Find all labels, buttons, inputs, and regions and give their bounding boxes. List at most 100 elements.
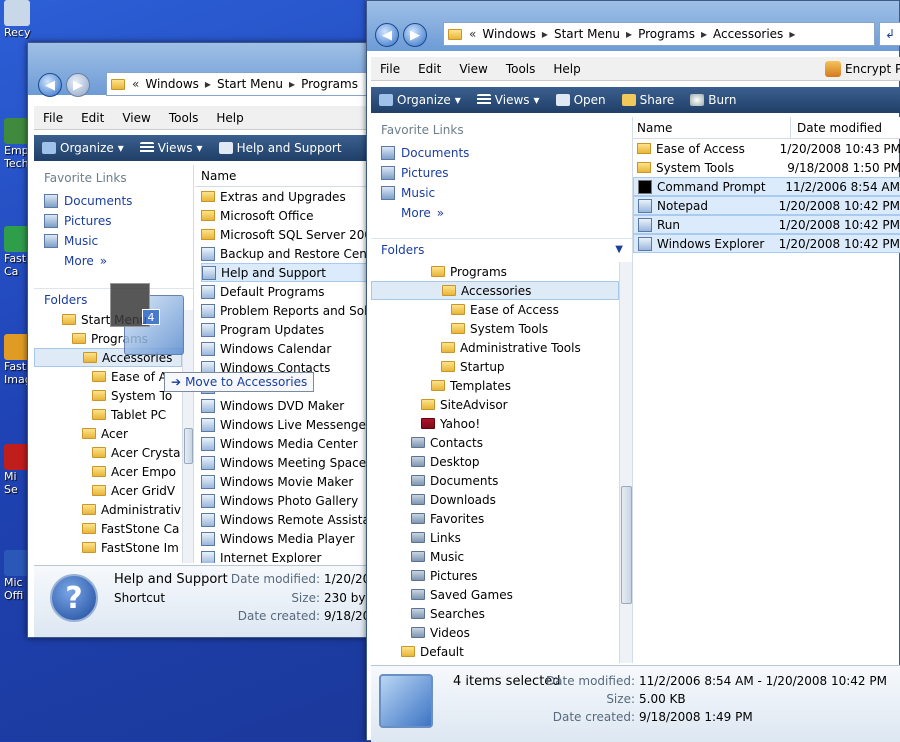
breadcrumb-separator-icon[interactable]: ▸ [205, 77, 211, 91]
favorite-pictures[interactable]: Pictures [34, 211, 193, 231]
list-item[interactable]: Ease of Access 1/20/2008 10:43 PM [633, 139, 900, 158]
address-bar[interactable]: « Windows ▸ Start Menu ▸ Programs ▸ Accesso… [443, 22, 875, 46]
breadcrumb-accessories[interactable]: Accessories [713, 27, 783, 41]
share-button[interactable]: Share [614, 93, 683, 107]
scrollbar-thumb[interactable] [621, 486, 632, 604]
tree-node[interactable]: Administrativ [34, 500, 182, 519]
breadcrumb-start-menu[interactable]: Start Menu [217, 77, 283, 91]
list-item[interactable]: Windows Media Center [201, 434, 368, 453]
menu-file[interactable]: File [34, 111, 72, 125]
menu-edit[interactable]: Edit [409, 62, 450, 76]
favorite-music[interactable]: Music [371, 183, 632, 203]
open-button[interactable]: Open [548, 93, 614, 107]
more-favorites-button[interactable]: More» [371, 203, 632, 223]
menu-help[interactable]: Help [207, 111, 252, 125]
breadcrumb-windows[interactable]: Windows [145, 77, 199, 91]
tree-node[interactable]: Yahoo! [371, 414, 619, 433]
burn-button[interactable]: Burn [682, 93, 744, 107]
list-item[interactable]: Windows DVD Maker [201, 396, 368, 415]
tree-node[interactable]: Videos [371, 623, 619, 642]
tree-node[interactable]: Favorites [371, 509, 619, 528]
tree-node[interactable]: Downloads [371, 490, 619, 509]
list-item[interactable]: Windows Calendar [201, 339, 368, 358]
menu-help[interactable]: Help [544, 62, 589, 76]
menu-tools[interactable]: Tools [497, 62, 545, 76]
list-item[interactable]: Extras and Upgrades [201, 187, 368, 206]
favorite-documents[interactable]: Documents [34, 191, 193, 211]
tree-node[interactable]: Links [371, 528, 619, 547]
forward-button[interactable]: ▶ [403, 23, 427, 47]
breadcrumb-separator-icon[interactable]: ▸ [701, 27, 707, 41]
tree-node[interactable]: Ease of Access [371, 300, 619, 319]
help-and-support-button[interactable]: Help and Support [211, 141, 350, 155]
tree-node[interactable]: Acer [34, 424, 182, 443]
tree-node[interactable]: Accessories [371, 281, 619, 300]
tree-node[interactable]: Tablet PC [34, 405, 182, 424]
menu-file[interactable]: File [371, 62, 409, 76]
tree-node[interactable]: SiteAdvisor [371, 395, 619, 414]
views-button[interactable]: Views ▾ [469, 93, 548, 107]
address-bar[interactable]: « Windows ▸ Start Menu ▸ Programs [106, 72, 368, 96]
list-item[interactable]: Microsoft SQL Server 2005 [201, 225, 368, 244]
folders-header[interactable]: Folders ▼ [371, 238, 632, 260]
list-item[interactable]: Help and Support [201, 263, 368, 282]
list-item[interactable]: Internet Explorer [201, 548, 368, 563]
collapse-chevron-icon[interactable]: ▼ [615, 244, 623, 255]
tree-node[interactable]: Searches [371, 604, 619, 623]
tree-node[interactable]: FastStone Im [34, 538, 182, 557]
tree-node[interactable]: Contacts [371, 433, 619, 452]
list-item[interactable]: Windows Live Messenger D [201, 415, 368, 434]
organize-button[interactable]: Organize ▾ [34, 141, 132, 155]
breadcrumb-start-menu[interactable]: Start Menu [554, 27, 620, 41]
scrollbar-thumb[interactable] [184, 428, 193, 464]
back-button[interactable]: ◀ [38, 73, 62, 97]
list-item[interactable]: Windows Photo Gallery [201, 491, 368, 510]
menu-tools[interactable]: Tools [160, 111, 208, 125]
menu-edit[interactable]: Edit [72, 111, 113, 125]
right-explorer-window[interactable]: ◀ ▶ « Windows ▸ Start Menu ▸ Programs ▸ Acc… [366, 0, 900, 742]
breadcrumb-programs[interactable]: Programs [301, 77, 358, 91]
tree-node[interactable]: Startup [371, 357, 619, 376]
breadcrumb-overflow-icon[interactable]: « [132, 77, 139, 91]
breadcrumb-separator-icon[interactable]: ▸ [626, 27, 632, 41]
tree-node[interactable]: Templates [371, 376, 619, 395]
favorite-music[interactable]: Music [34, 231, 193, 251]
list-item[interactable]: Microsoft Office [201, 206, 368, 225]
list-item[interactable]: Command Prompt 11/2/2006 8:54 AM [633, 177, 900, 196]
tree-node[interactable]: Acer GridV [34, 481, 182, 500]
list-item[interactable]: Windows Media Player [201, 529, 368, 548]
list-item[interactable]: Run 1/20/2008 10:42 PM [633, 215, 900, 234]
list-item[interactable]: Default Programs [201, 282, 368, 301]
breadcrumb-separator-icon[interactable]: ▸ [542, 27, 548, 41]
menu-view[interactable]: View [450, 62, 496, 76]
back-button[interactable]: ◀ [375, 23, 399, 47]
forward-button[interactable]: ▶ [66, 73, 90, 97]
favorite-documents[interactable]: Documents [371, 143, 632, 163]
tree-node[interactable]: System Tools [371, 319, 619, 338]
tree-node[interactable]: Administrative Tools [371, 338, 619, 357]
encrypt-button[interactable]: Encrypt P [825, 59, 900, 79]
breadcrumb-separator-icon[interactable]: ▸ [789, 27, 795, 41]
column-header-date-modified[interactable]: Date modified [791, 121, 882, 135]
tree-node[interactable]: Ease of A [34, 367, 182, 386]
tree-node[interactable]: Programs [371, 262, 619, 281]
list-item[interactable]: Windows Explorer 1/20/2008 10:42 PM [633, 234, 900, 253]
tree-node[interactable]: Default [371, 642, 619, 661]
list-item[interactable]: Notepad 1/20/2008 10:42 PM [633, 196, 900, 215]
list-item[interactable]: Windows Meeting Space [201, 453, 368, 472]
list-item[interactable]: Backup and Restore Center [201, 244, 368, 263]
menu-view[interactable]: View [113, 111, 159, 125]
tree-node[interactable]: Acer Crysta [34, 443, 182, 462]
tree-node[interactable]: Music [371, 547, 619, 566]
organize-button[interactable]: Organize ▾ [371, 93, 469, 107]
tree-node[interactable]: Documents [371, 471, 619, 490]
tree-node[interactable]: FastStone Ca [34, 519, 182, 538]
list-item[interactable]: Windows Movie Maker [201, 472, 368, 491]
breadcrumb-programs[interactable]: Programs [638, 27, 695, 41]
more-favorites-button[interactable]: More» [34, 251, 193, 271]
folder-tree-scrollbar[interactable] [619, 262, 632, 663]
tree-node[interactable]: Acer Empo [34, 462, 182, 481]
tree-node[interactable]: Saved Games [371, 585, 619, 604]
breadcrumb-overflow-icon[interactable]: « [469, 27, 476, 41]
refresh-search-box[interactable]: ↲ [879, 22, 900, 46]
